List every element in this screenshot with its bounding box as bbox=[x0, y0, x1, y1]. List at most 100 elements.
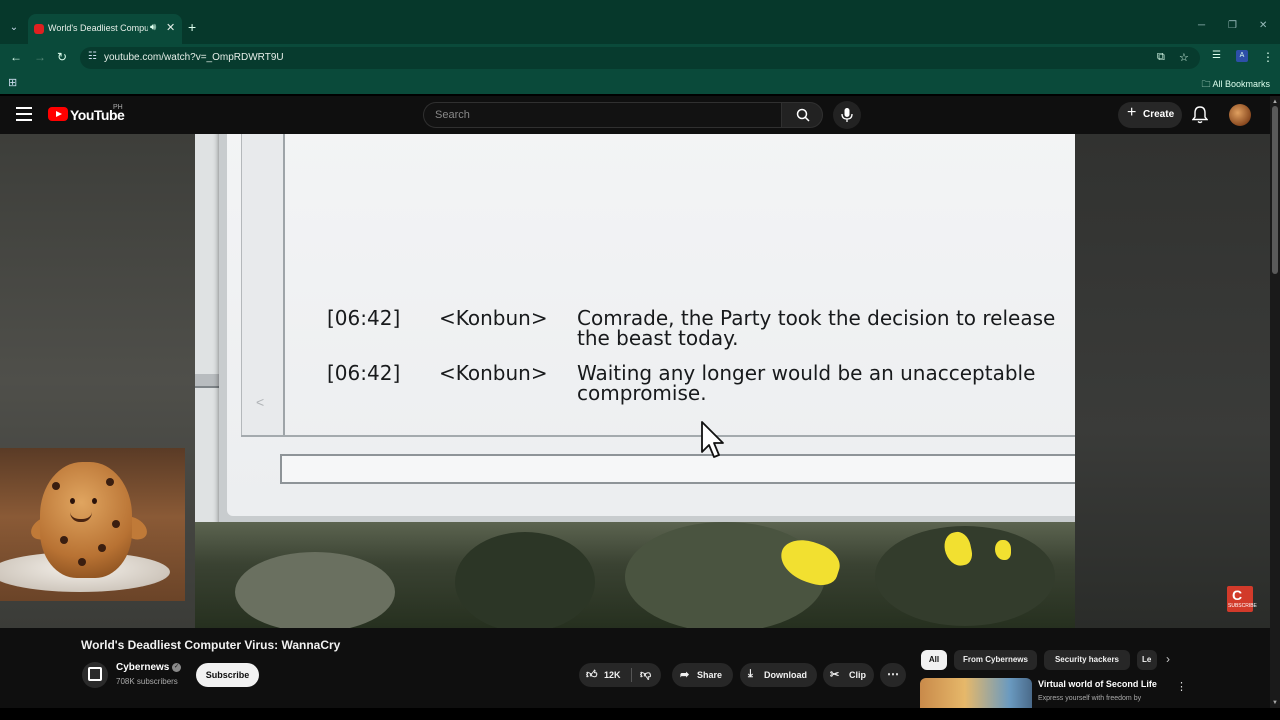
recommendation-title[interactable]: Virtual world of Second Life bbox=[1038, 679, 1157, 689]
page-scrollbar[interactable]: ▲ ▼ bbox=[1270, 96, 1280, 708]
forward-icon[interactable]: → bbox=[34, 50, 46, 64]
new-tab-icon[interactable]: + bbox=[188, 19, 196, 35]
video-title: World's Deadliest Computer Virus: WannaC… bbox=[81, 638, 341, 652]
chocolate-chip bbox=[78, 558, 86, 566]
all-bookmarks-label: All Bookmarks bbox=[1212, 79, 1270, 89]
chat-input-field bbox=[280, 454, 1075, 484]
recommendation-description: Express yourself with freedom by bbox=[1038, 695, 1142, 702]
chocolate-chip bbox=[98, 544, 106, 552]
notifications-bell-icon[interactable] bbox=[1191, 106, 1209, 124]
video-frame[interactable]: < [06:42] <Konbun> Comrade, the Party to… bbox=[195, 134, 1075, 628]
youtube-logo-icon[interactable] bbox=[48, 107, 68, 121]
video-player[interactable]: < [06:42] <Konbun> Comrade, the Party to… bbox=[0, 134, 1270, 628]
cookie-eye bbox=[92, 498, 97, 504]
plus-icon: + bbox=[1127, 104, 1137, 121]
create-button[interactable]: + Create bbox=[1118, 102, 1182, 128]
close-tab-icon[interactable]: ✕ bbox=[166, 21, 175, 34]
irc-window: < [06:42] <Konbun> Comrade, the Party to… bbox=[219, 134, 1075, 531]
chip-from-channel[interactable]: From Cybernews bbox=[954, 650, 1037, 670]
watermark-label: SUBSCRIBE bbox=[1228, 603, 1257, 609]
youtube-header: YouTube PH Search + Create bbox=[0, 96, 1270, 134]
clip-button[interactable]: ✂ Clip bbox=[823, 663, 874, 687]
cybernews-logo-icon: C bbox=[1232, 587, 1243, 603]
recommendation-menu-icon[interactable]: ⋮ bbox=[1176, 680, 1187, 693]
back-icon[interactable]: ← bbox=[10, 50, 22, 64]
scissors-icon: ✂ bbox=[830, 669, 840, 681]
tab-title: World's Deadliest Computer Virus: WannaC… bbox=[48, 23, 148, 33]
more-actions-icon[interactable]: ⋯ bbox=[880, 663, 906, 687]
audio-playing-icon[interactable]: 🔊︎ bbox=[150, 22, 156, 33]
chat-text: Waiting any longer would be an unaccepta… bbox=[577, 361, 1036, 405]
browser-menu-icon[interactable]: ⋮ bbox=[1262, 50, 1274, 64]
chat-timestamp: [06:42] bbox=[327, 361, 401, 385]
restore-icon[interactable]: ❐ bbox=[1228, 20, 1237, 31]
chip-partial[interactable]: Le bbox=[1137, 650, 1157, 670]
chocolate-chip bbox=[112, 520, 120, 528]
scroll-up-arrow-icon[interactable]: ▲ bbox=[1270, 99, 1280, 105]
region-code: PH bbox=[113, 104, 123, 111]
download-icon: ⤓ bbox=[748, 668, 753, 680]
chevron-right-icon[interactable]: › bbox=[1166, 652, 1170, 666]
chat-nickname: <Konbun> bbox=[439, 306, 548, 330]
account-avatar[interactable] bbox=[1229, 104, 1251, 126]
install-app-icon[interactable]: ⧉ bbox=[1157, 51, 1165, 64]
browser-tab-strip: ⌄ World's Deadliest Computer Virus: Wann… bbox=[0, 0, 1280, 44]
url-text[interactable]: youtube.com/watch?v=_OmpRDWRT9U bbox=[104, 52, 284, 63]
search-button[interactable] bbox=[781, 102, 823, 128]
share-label: Share bbox=[697, 670, 723, 680]
browser-tab[interactable]: World's Deadliest Computer Virus: WannaC… bbox=[28, 14, 182, 44]
clip-label: Clip bbox=[849, 670, 866, 680]
share-button[interactable]: ➦ Share bbox=[672, 663, 733, 687]
screen-bottom-edge bbox=[0, 708, 1280, 720]
chat-divider bbox=[241, 435, 1075, 437]
like-count[interactable]: 12K bbox=[604, 670, 621, 680]
channel-avatar[interactable] bbox=[82, 662, 108, 688]
voice-search-button[interactable] bbox=[833, 101, 861, 129]
chocolate-chip bbox=[60, 536, 68, 544]
minimize-icon[interactable]: ─ bbox=[1198, 20, 1205, 31]
youtube-favicon-icon bbox=[34, 24, 44, 34]
cookie-eye bbox=[70, 498, 75, 504]
recommendation-thumbnail[interactable] bbox=[920, 678, 1032, 708]
chevron-left-icon: < bbox=[256, 394, 265, 410]
subscribe-button[interactable]: Subscribe bbox=[196, 663, 259, 687]
download-button[interactable]: ⤓ Download bbox=[740, 663, 817, 687]
address-bar[interactable]: ☷ youtube.com/watch?v=_OmpRDWRT9U ⧉ ☆ bbox=[80, 47, 1200, 69]
create-label: Create bbox=[1143, 109, 1175, 120]
like-icon[interactable]: 👍︎ bbox=[586, 668, 598, 681]
channel-watermark[interactable]: C SUBSCRIBE bbox=[1227, 586, 1257, 612]
extension-icon[interactable]: A bbox=[1236, 50, 1248, 62]
tab-search-chevron-icon[interactable]: ⌄ bbox=[6, 20, 22, 36]
all-bookmarks[interactable]: 🗀︎ All Bookmarks bbox=[1201, 77, 1270, 93]
cookie-mascot bbox=[40, 462, 132, 578]
bookmarks-bar: ⊞ 🗀︎ All Bookmarks bbox=[0, 72, 1280, 94]
close-window-icon[interactable]: ✕ bbox=[1259, 20, 1267, 31]
browser-toolbar: ← → ↻ ☷ youtube.com/watch?v=_OmpRDWRT9U … bbox=[0, 44, 1280, 72]
bookmark-star-icon[interactable]: ☆ bbox=[1179, 51, 1189, 64]
irc-window-body: < [06:42] <Konbun> Comrade, the Party to… bbox=[227, 134, 1075, 516]
search-icon bbox=[796, 108, 810, 122]
chocolate-chip bbox=[52, 482, 60, 490]
ambient-glow-right bbox=[1075, 134, 1270, 628]
picture-in-picture-cookie bbox=[0, 448, 185, 601]
mouse-cursor-icon bbox=[701, 421, 724, 458]
subscriber-count: 708K subscribers bbox=[116, 677, 178, 686]
garden-background bbox=[195, 522, 1075, 628]
scroll-down-arrow-icon[interactable]: ▼ bbox=[1270, 700, 1280, 706]
chip-security-hackers[interactable]: Security hackers bbox=[1044, 650, 1130, 670]
chat-timestamp: [06:42] bbox=[327, 306, 401, 330]
site-info-icon[interactable]: ☷ bbox=[88, 51, 97, 62]
guide-menu-icon[interactable] bbox=[16, 107, 32, 121]
channel-name[interactable]: Cybernews bbox=[116, 662, 169, 673]
chip-all[interactable]: All bbox=[921, 650, 947, 670]
download-label: Download bbox=[764, 670, 807, 680]
irc-sidebar: < bbox=[241, 134, 285, 436]
dislike-icon[interactable]: 👎︎ bbox=[640, 668, 651, 681]
reading-list-icon[interactable]: ☰ bbox=[1212, 50, 1221, 61]
foliage bbox=[455, 532, 595, 628]
apps-grid-icon[interactable]: ⊞ bbox=[8, 76, 17, 89]
reload-icon[interactable]: ↻ bbox=[57, 50, 67, 64]
search-input[interactable]: Search bbox=[423, 102, 781, 128]
like-divider bbox=[631, 668, 632, 682]
scrollbar-thumb[interactable] bbox=[1272, 106, 1278, 274]
